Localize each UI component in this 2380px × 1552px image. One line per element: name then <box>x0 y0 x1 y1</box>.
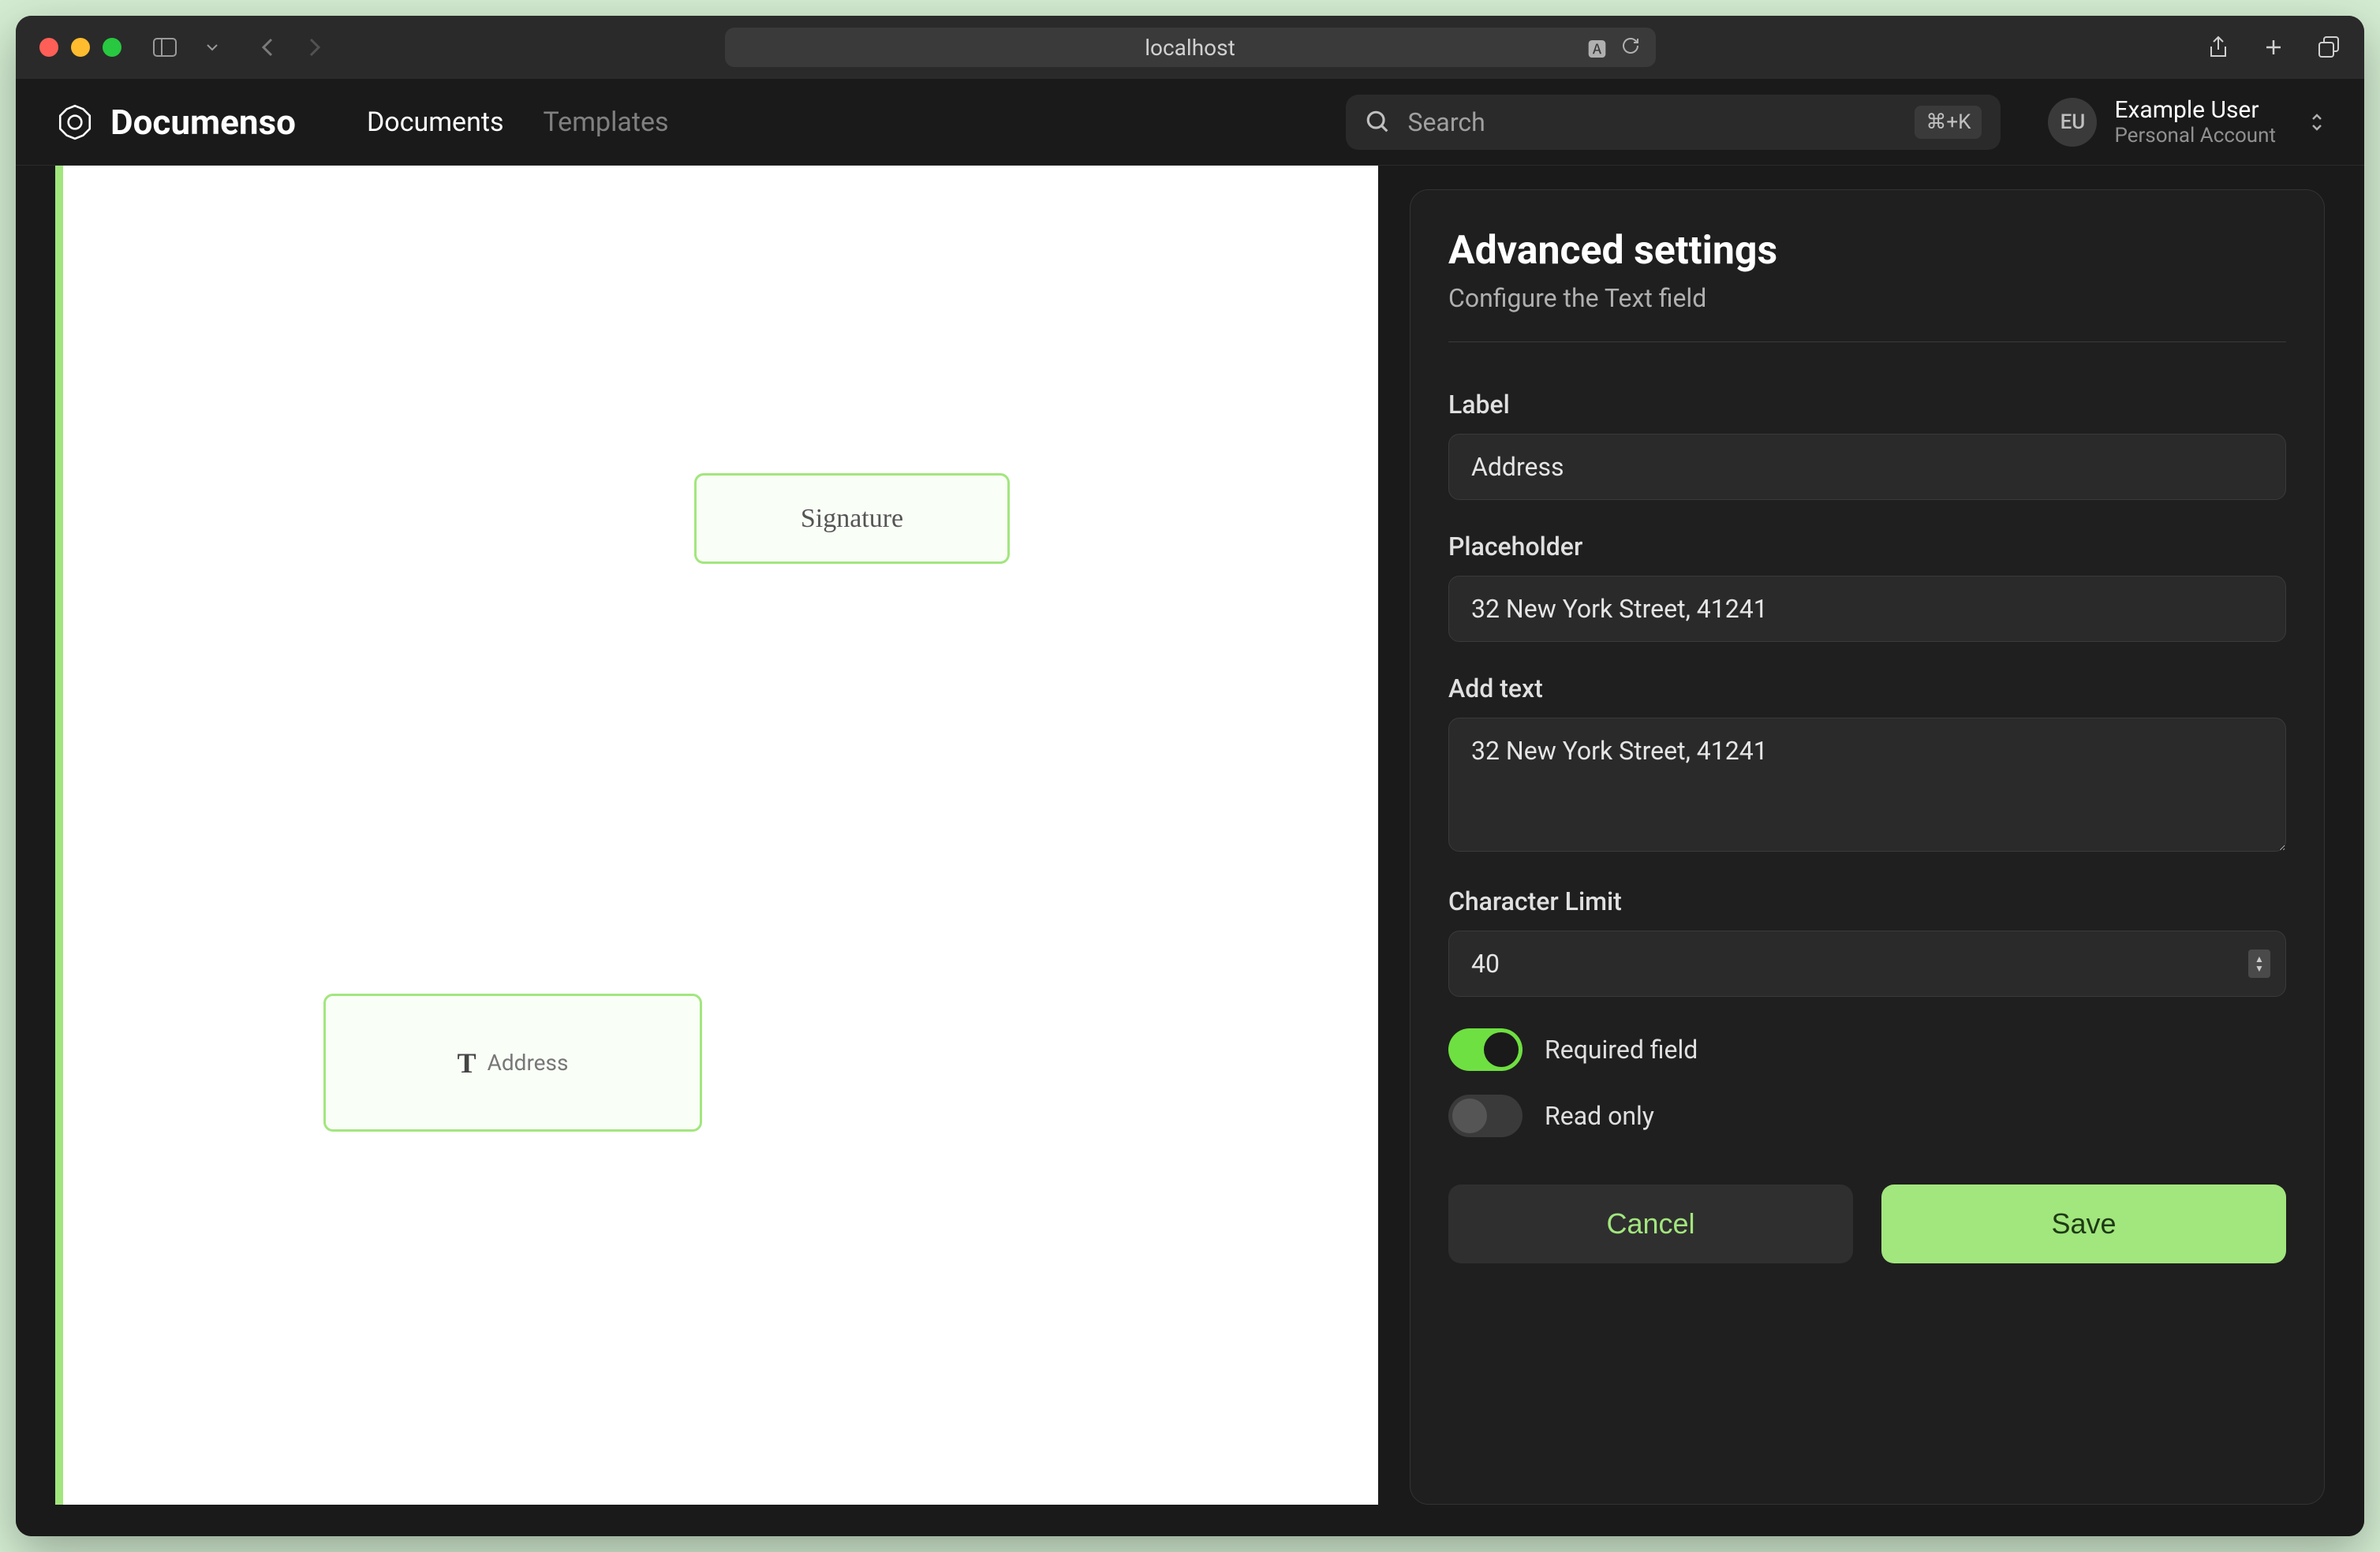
readonly-toggle-label: Read only <box>1545 1101 1654 1131</box>
user-menu-chevron-icon <box>2309 111 2325 133</box>
char-limit-input[interactable] <box>1448 931 2286 997</box>
brand-name: Documenso <box>110 102 296 143</box>
required-toggle[interactable] <box>1448 1028 1523 1071</box>
save-button[interactable]: Save <box>1881 1185 2286 1263</box>
panel-divider <box>1448 341 2286 342</box>
add-text-input[interactable] <box>1448 718 2286 852</box>
maximize-window-button[interactable] <box>103 38 121 57</box>
back-button[interactable] <box>256 35 279 59</box>
address-field-label: Address <box>488 1050 569 1076</box>
share-icon[interactable] <box>2206 35 2230 59</box>
signature-field[interactable]: Signature <box>694 473 1010 564</box>
label-input[interactable] <box>1448 434 2286 500</box>
char-limit-field-label: Character Limit <box>1448 886 2286 916</box>
label-field-label: Label <box>1448 390 2286 420</box>
required-toggle-label: Required field <box>1545 1035 1698 1065</box>
spinner-down-icon[interactable]: ▼ <box>2255 964 2264 973</box>
placeholder-field-label: Placeholder <box>1448 532 2286 561</box>
translate-icon[interactable]: 🅰 <box>1588 34 1607 62</box>
user-menu[interactable]: EU Example User Personal Account <box>2048 96 2325 147</box>
add-text-field-label: Add text <box>1448 673 2286 703</box>
url-text: localhost <box>1145 35 1235 61</box>
minimize-window-button[interactable] <box>71 38 90 57</box>
address-field[interactable]: T Address <box>323 994 702 1132</box>
nav-documents[interactable]: Documents <box>367 106 504 138</box>
signature-field-label: Signature <box>801 504 903 534</box>
main-content: Signature T Address Advanced settings Co… <box>16 166 2364 1536</box>
browser-titlebar: localhost 🅰 <box>16 16 2364 79</box>
panel-title: Advanced settings <box>1448 228 2286 274</box>
chevron-down-icon[interactable] <box>200 35 224 59</box>
doc-accent-strip <box>55 166 63 1505</box>
avatar: EU <box>2048 98 2097 147</box>
brand-logo-icon <box>55 103 95 142</box>
number-spinner[interactable]: ▲ ▼ <box>2248 949 2270 978</box>
url-bar[interactable]: localhost 🅰 <box>725 28 1656 67</box>
app-window: localhost 🅰 <box>16 16 2364 1536</box>
placeholder-input[interactable] <box>1448 576 2286 642</box>
traffic-lights <box>39 38 121 57</box>
search-bar[interactable]: Search ⌘+K <box>1346 95 2001 150</box>
document-page[interactable]: Signature T Address <box>63 166 1378 1505</box>
user-account: Personal Account <box>2114 124 2276 147</box>
search-shortcut: ⌘+K <box>1915 106 1982 139</box>
cancel-button[interactable]: Cancel <box>1448 1185 1853 1263</box>
close-window-button[interactable] <box>39 38 58 57</box>
reload-icon[interactable] <box>1621 35 1640 61</box>
readonly-toggle[interactable] <box>1448 1095 1523 1137</box>
app-header: Documenso Documents Templates Search ⌘+K… <box>16 79 2364 166</box>
text-type-icon: T <box>458 1046 476 1080</box>
titlebar-left-icons <box>153 35 224 59</box>
panel-subtitle: Configure the Text field <box>1448 283 2286 313</box>
brand[interactable]: Documenso <box>55 102 296 143</box>
advanced-settings-panel: Advanced settings Configure the Text fie… <box>1410 189 2325 1505</box>
sidebar-icon[interactable] <box>153 35 177 59</box>
document-area: Signature T Address <box>16 166 1410 1536</box>
new-tab-icon[interactable] <box>2262 35 2285 59</box>
browser-nav-buttons <box>256 35 327 59</box>
nav-links: Documents Templates <box>367 106 669 138</box>
nav-templates[interactable]: Templates <box>544 106 669 138</box>
tabs-icon[interactable] <box>2317 35 2341 59</box>
titlebar-right-icons <box>2206 35 2341 59</box>
user-name: Example User <box>2114 96 2276 124</box>
forward-button[interactable] <box>303 35 327 59</box>
search-icon <box>1365 109 1392 136</box>
search-placeholder: Search <box>1407 107 1899 137</box>
